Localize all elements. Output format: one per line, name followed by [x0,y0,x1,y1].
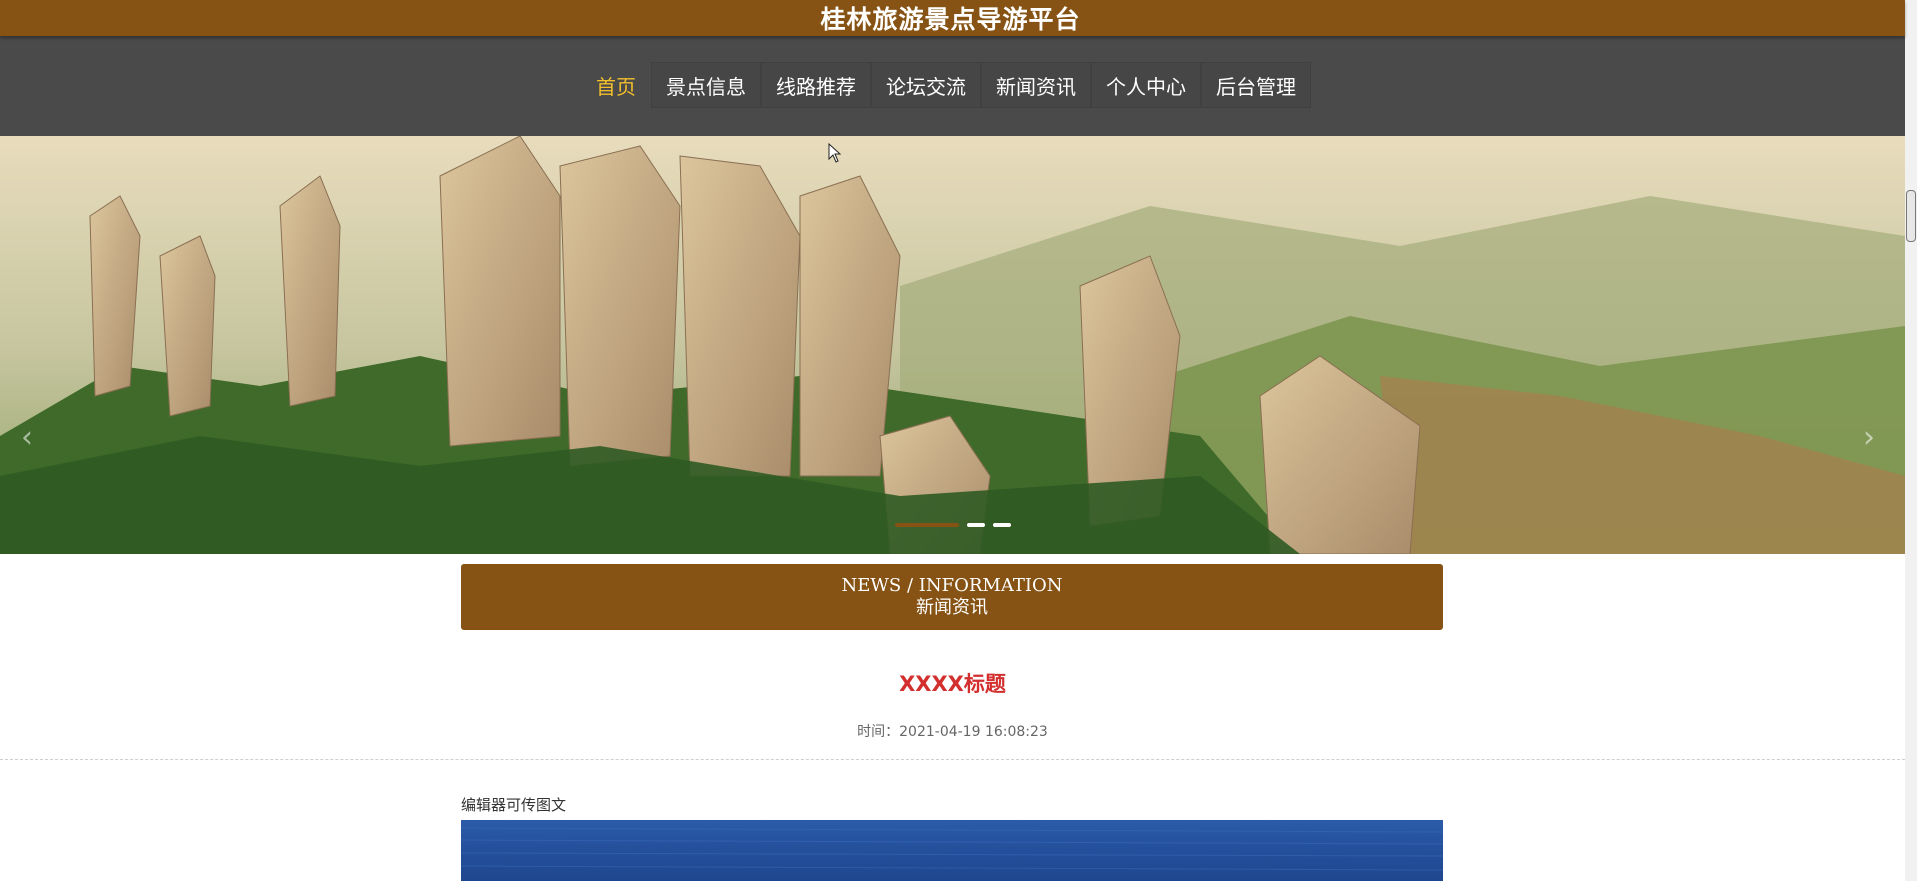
page-scrollbar[interactable] [1905,0,1917,881]
carousel-indicator[interactable] [993,523,1011,527]
article-image [461,820,1443,881]
article-body-text: 编辑器可传图文 [461,796,567,814]
nav-list: 首页 景点信息 线路推荐 论坛交流 新闻资讯 个人中心 后台管理 [581,62,1311,108]
mouse-cursor-icon [828,142,842,167]
carousel-prev-button[interactable]: ‹ [16,418,38,458]
chevron-right-icon: › [1863,420,1875,455]
carousel-next-button[interactable]: › [1858,418,1880,458]
carousel-indicators [895,523,1011,527]
scrollbar-thumb[interactable] [1906,190,1916,242]
banner-image [0,136,1905,554]
nav-item-home[interactable]: 首页 [581,62,651,108]
carousel-indicator[interactable] [967,523,985,527]
site-title: 桂林旅游景点导游平台 [820,5,1081,34]
nav-item-admin[interactable]: 后台管理 [1201,62,1311,108]
divider [0,759,1905,760]
article-title: XXXX标题 [899,672,1006,696]
nav-item-attractions[interactable]: 景点信息 [651,62,761,108]
news-heading-cn: 新闻资讯 [916,597,988,618]
main-nav: 首页 景点信息 线路推荐 论坛交流 新闻资讯 个人中心 后台管理 [0,36,1905,136]
article-time: 时间：2021-04-19 16:08:23 [857,724,1048,740]
nav-item-news[interactable]: 新闻资讯 [981,62,1091,108]
site-header: 桂林旅游景点导游平台 [0,0,1905,36]
hero-carousel[interactable]: ‹ › [0,136,1905,554]
chevron-left-icon: ‹ [21,420,33,455]
news-section-header: NEWS / INFORMATION 新闻资讯 [461,564,1443,630]
nav-item-forum[interactable]: 论坛交流 [871,62,981,108]
nav-item-routes[interactable]: 线路推荐 [761,62,871,108]
news-heading-en: NEWS / INFORMATION [841,575,1063,596]
carousel-indicator[interactable] [895,523,959,527]
nav-item-profile[interactable]: 个人中心 [1091,62,1201,108]
